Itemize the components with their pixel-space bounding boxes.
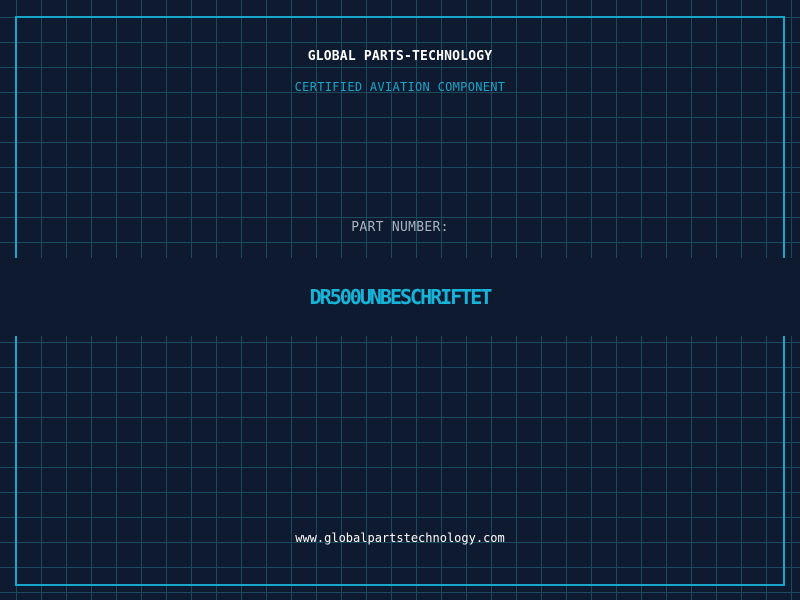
part-number-value: DR500UNBESCHRIFTET xyxy=(309,285,493,309)
part-number-label: PART NUMBER: xyxy=(351,220,449,235)
brand-name: GLOBAL PARTS-TECHNOLOGY xyxy=(307,49,493,64)
part-number-band: DR500UNBESCHRIFTET xyxy=(0,258,800,336)
brand-tagline: CERTIFIED AVIATION COMPONENT xyxy=(294,80,506,94)
website-url: www.globalpartstechnology.com xyxy=(295,531,505,545)
